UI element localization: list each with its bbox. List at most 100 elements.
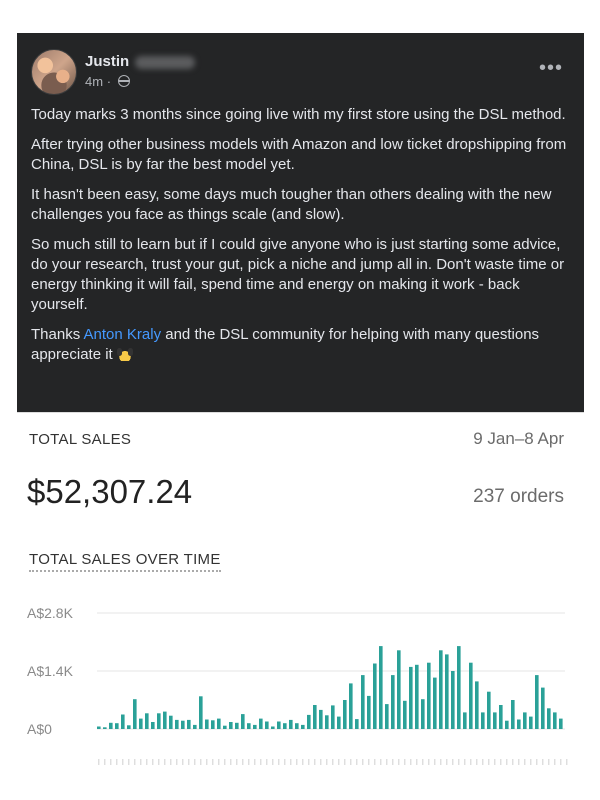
hugging-emoji-icon — [116, 347, 133, 361]
chart-bar — [277, 721, 281, 729]
more-options-icon[interactable]: ••• — [539, 57, 563, 80]
orders-count: 237 orders — [473, 486, 564, 507]
chart-bar — [493, 712, 497, 729]
chart-bar — [217, 718, 221, 729]
chart-bar — [481, 712, 485, 729]
chart-bar — [187, 719, 191, 729]
chart-bar — [511, 700, 515, 729]
chart-bar — [121, 714, 125, 729]
chart-bar — [97, 726, 101, 729]
post-timestamp[interactable]: 4m — [85, 74, 103, 89]
author-name[interactable]: Justin — [85, 53, 129, 70]
chart-bar — [295, 723, 299, 729]
chart-bar — [349, 683, 353, 729]
post-paragraph-1: Today marks 3 months since going live wi… — [31, 106, 566, 123]
chart-bar — [403, 700, 407, 729]
globe-icon — [117, 75, 130, 87]
chart-bar — [229, 722, 233, 729]
chart-bar — [109, 722, 113, 729]
chart-bar — [535, 675, 539, 729]
post-paragraph-3: It hasn't been easy, some days much toug… — [31, 186, 552, 223]
chart-bar — [211, 720, 215, 729]
chart-bar — [241, 714, 245, 729]
chart-bar — [463, 712, 467, 729]
chart-bar — [469, 662, 473, 729]
chart-bar — [541, 687, 545, 729]
sales-chart: A$2.8K A$1.4K A$0 — [27, 605, 568, 765]
chart-bar — [283, 723, 287, 729]
chart-bar — [343, 700, 347, 729]
chart-bar — [223, 725, 227, 729]
chart-bar — [313, 705, 317, 729]
thanks-prefix: Thanks — [31, 326, 84, 343]
chart-bar — [487, 691, 491, 729]
chart-bar — [301, 724, 305, 729]
post-header: Justin 4m · ••• — [31, 47, 571, 95]
chart-bar — [397, 650, 401, 729]
chart-bar — [337, 716, 341, 729]
chart-bar — [529, 716, 533, 729]
post-meta: 4m · — [85, 74, 130, 89]
chart-title: TOTAL SALES OVER TIME — [29, 551, 221, 572]
chart-bar — [385, 704, 389, 729]
post-paragraph-2: After trying other business models with … — [31, 136, 567, 173]
chart-bar — [271, 726, 275, 729]
y-tick-label: A$0 — [27, 721, 52, 737]
chart-bar — [235, 722, 239, 729]
chart-bar — [193, 724, 197, 729]
chart-bar — [127, 725, 131, 729]
chart-bar — [445, 654, 449, 729]
chart-bar — [433, 677, 437, 729]
chart-bar — [151, 722, 155, 729]
chart-bar — [367, 695, 371, 729]
total-sales-amount: $52,307.24 — [27, 473, 193, 510]
chart-bar — [547, 708, 551, 729]
separator-dot: · — [106, 74, 112, 89]
total-sales-label: TOTAL SALES — [29, 431, 132, 448]
chart-bar — [517, 719, 521, 729]
sales-screenshot[interactable]: TOTAL SALES 9 Jan–8 Apr $52,307.24 237 o… — [17, 412, 584, 768]
chart-bar — [253, 724, 257, 729]
chart-bar — [331, 705, 335, 729]
chart-bar — [391, 675, 395, 729]
chart-bar — [139, 718, 143, 729]
chart-bar — [451, 671, 455, 729]
chart-bar — [373, 663, 377, 729]
chart-bar — [439, 650, 443, 729]
chart-bar — [457, 646, 461, 729]
chart-bar — [427, 662, 431, 729]
chart-bar — [289, 719, 293, 729]
chart-bar — [133, 699, 137, 729]
author-surname-blurred — [135, 56, 195, 69]
chart-bar — [355, 719, 359, 729]
chart-bar — [505, 720, 509, 729]
chart-bar — [103, 727, 107, 729]
chart-bar — [307, 714, 311, 729]
chart-bar — [361, 675, 365, 729]
chart-bar — [175, 719, 179, 729]
chart-bar — [163, 711, 167, 729]
chart-bar — [169, 715, 173, 729]
chart-bar — [415, 664, 419, 729]
chart-bar — [559, 718, 563, 729]
chart-bar — [553, 712, 557, 729]
mention-link[interactable]: Anton Kraly — [84, 326, 162, 343]
chart-bar — [409, 666, 413, 729]
avatar[interactable] — [31, 49, 77, 95]
chart-bar — [475, 681, 479, 729]
date-range: 9 Jan–8 Apr — [473, 429, 564, 448]
chart-bar — [421, 699, 425, 729]
chart-bar — [259, 718, 263, 729]
chart-bar — [265, 721, 269, 729]
chart-bar — [199, 696, 203, 729]
post-body: Today marks 3 months since going live wi… — [31, 105, 571, 375]
y-tick-label: A$1.4K — [27, 663, 74, 679]
chart-bar — [145, 713, 149, 729]
chart-bar — [319, 709, 323, 729]
chart-bar — [115, 723, 119, 729]
chart-bar — [157, 713, 161, 729]
chart-bar — [523, 712, 527, 729]
chart-bar — [247, 723, 251, 729]
y-tick-label: A$2.8K — [27, 605, 74, 621]
post-card: Justin 4m · ••• Today marks 3 months sin… — [17, 33, 584, 768]
